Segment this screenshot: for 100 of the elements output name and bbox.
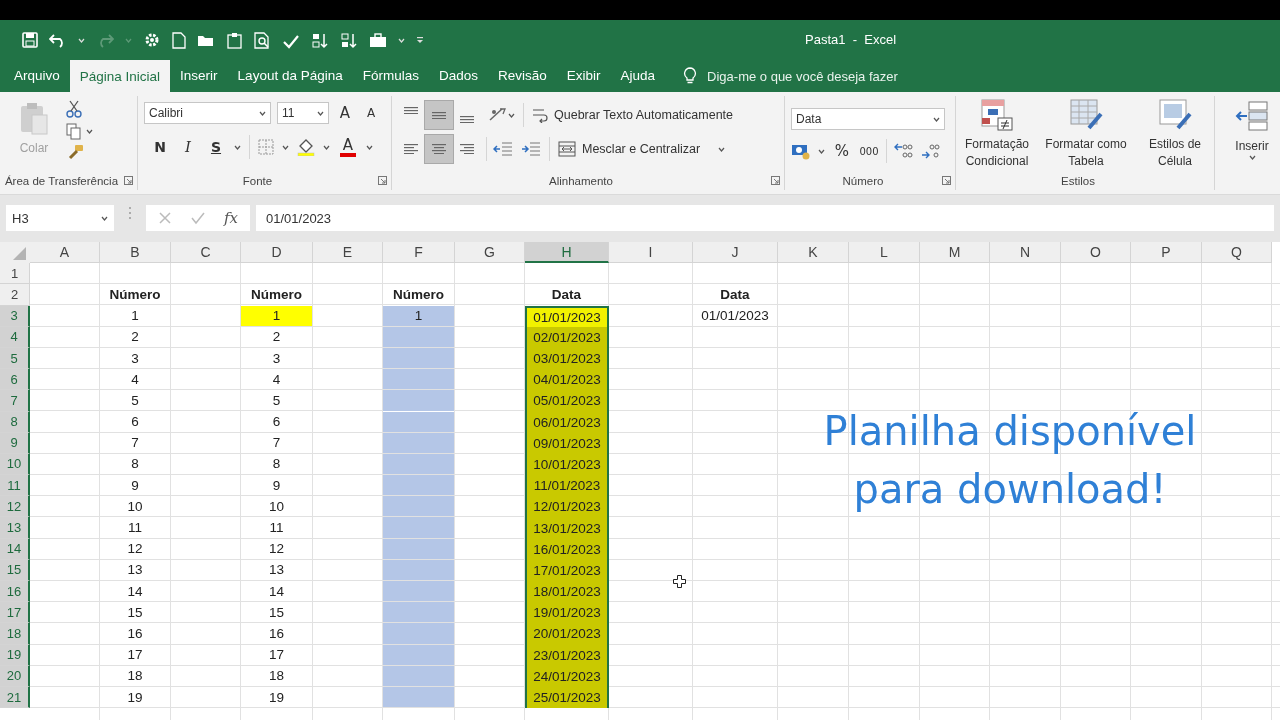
ribbon-tab[interactable]: Exibir bbox=[556, 60, 611, 92]
row-header[interactable]: 8 bbox=[0, 411, 30, 433]
row-header[interactable]: 11 bbox=[0, 475, 30, 497]
fill-bucket-icon[interactable] bbox=[297, 138, 315, 156]
table-cell[interactable]: 14 bbox=[241, 581, 312, 602]
caret-icon[interactable] bbox=[366, 144, 373, 150]
caret-icon[interactable] bbox=[86, 128, 93, 134]
style-button[interactable]: Formatar como Tabela bbox=[1040, 98, 1132, 172]
caret-icon[interactable] bbox=[718, 146, 726, 152]
filled-cell[interactable] bbox=[383, 623, 454, 644]
row-header[interactable]: 15 bbox=[0, 559, 30, 581]
filled-cell[interactable] bbox=[383, 475, 454, 496]
row-header[interactable]: 20 bbox=[0, 665, 30, 687]
table-cell[interactable]: 1 bbox=[383, 305, 454, 326]
sort-icon[interactable] bbox=[340, 31, 358, 49]
filled-cell[interactable] bbox=[383, 411, 454, 432]
row-header[interactable]: 21 bbox=[0, 686, 30, 709]
filled-cell[interactable] bbox=[383, 390, 454, 411]
row-header[interactable]: 7 bbox=[0, 390, 30, 412]
table-cell[interactable]: 11 bbox=[241, 517, 312, 538]
table-cell[interactable]: 10 bbox=[241, 496, 312, 517]
table-cell[interactable]: 06/01/2023 bbox=[525, 411, 609, 433]
sort-icon[interactable] bbox=[311, 31, 329, 49]
row-header[interactable]: 19 bbox=[0, 644, 30, 666]
table-cell[interactable]: 12 bbox=[241, 538, 312, 559]
clipboard-icon[interactable] bbox=[226, 31, 243, 49]
table-cell[interactable]: 16 bbox=[100, 623, 170, 644]
filled-cell[interactable] bbox=[383, 559, 454, 580]
filled-cell[interactable] bbox=[383, 538, 454, 559]
ribbon-tab[interactable]: Layout da Página bbox=[227, 60, 353, 92]
table-cell[interactable]: 03/01/2023 bbox=[525, 347, 609, 370]
table-cell[interactable]: 17/01/2023 bbox=[525, 559, 609, 581]
table-cell[interactable]: 11 bbox=[100, 517, 170, 538]
currency-icon[interactable] bbox=[791, 142, 811, 160]
table-cell[interactable]: 18 bbox=[100, 665, 170, 686]
row-header[interactable]: 12 bbox=[0, 496, 30, 518]
font-name-field[interactable]: Calibri bbox=[144, 102, 271, 124]
caret-icon[interactable] bbox=[818, 148, 825, 154]
row-header[interactable]: 10 bbox=[0, 453, 30, 476]
table-cell[interactable]: 3 bbox=[241, 347, 312, 369]
font-size-field[interactable]: 11 bbox=[277, 102, 329, 124]
table-cell[interactable]: 4 bbox=[100, 369, 170, 390]
row-header[interactable]: 18 bbox=[0, 623, 30, 645]
row-header[interactable]: 5 bbox=[0, 347, 30, 370]
table-cell[interactable]: 02/01/2023 bbox=[525, 326, 609, 348]
filled-cell[interactable] bbox=[383, 496, 454, 517]
filled-cell[interactable] bbox=[383, 326, 454, 347]
scissors-icon[interactable] bbox=[66, 100, 82, 118]
merge-center-button[interactable]: Mesclar e Centralizar bbox=[558, 136, 726, 162]
table-cell[interactable]: 8 bbox=[100, 453, 170, 475]
table-cell[interactable]: 19/01/2023 bbox=[525, 602, 609, 624]
insert-button[interactable]: Inserir bbox=[1227, 100, 1277, 172]
column-header[interactable]: B bbox=[100, 242, 171, 263]
align-button[interactable] bbox=[424, 134, 454, 164]
print-preview-icon[interactable] bbox=[254, 31, 271, 49]
table-cell[interactable]: 04/01/2023 bbox=[525, 369, 609, 391]
filled-cell[interactable] bbox=[383, 602, 454, 623]
row-header[interactable]: 2 bbox=[0, 284, 30, 306]
table-cell[interactable]: 19 bbox=[100, 686, 170, 708]
table-cell[interactable]: 05/01/2023 bbox=[525, 390, 609, 412]
filled-cell[interactable] bbox=[383, 686, 454, 708]
row-header[interactable]: 4 bbox=[0, 326, 30, 348]
filled-cell[interactable] bbox=[383, 369, 454, 390]
table-cell[interactable]: 23/01/2023 bbox=[525, 644, 609, 666]
row-header[interactable]: 14 bbox=[0, 538, 30, 560]
increase-decimal-icon[interactable] bbox=[894, 142, 914, 160]
table-cell[interactable]: 1 bbox=[241, 305, 312, 326]
column-header[interactable]: G bbox=[455, 242, 525, 263]
column-header[interactable]: O bbox=[1061, 242, 1131, 263]
table-cell[interactable]: 24/01/2023 bbox=[525, 665, 609, 687]
column-header[interactable]: F bbox=[383, 242, 455, 263]
align-button[interactable] bbox=[424, 100, 454, 130]
column-header[interactable]: M bbox=[920, 242, 990, 263]
filled-cell[interactable] bbox=[383, 665, 454, 686]
filled-cell[interactable] bbox=[383, 581, 454, 602]
filled-cell[interactable] bbox=[383, 644, 454, 665]
checkmark-icon[interactable] bbox=[190, 211, 206, 225]
table-cell[interactable]: 15 bbox=[241, 602, 312, 623]
style-button[interactable]: Formatação Condicional bbox=[958, 98, 1036, 172]
table-cell[interactable]: 16/01/2023 bbox=[525, 538, 609, 560]
table-cell[interactable]: 2 bbox=[241, 326, 312, 347]
table-cell[interactable]: 9 bbox=[241, 475, 312, 496]
ribbon-tab[interactable]: Inserir bbox=[170, 60, 228, 92]
toolbox-icon[interactable] bbox=[369, 32, 387, 48]
filled-cell[interactable] bbox=[383, 517, 454, 538]
table-cell[interactable]: 2 bbox=[100, 326, 170, 347]
table-cell[interactable]: 12/01/2023 bbox=[525, 496, 609, 518]
table-cell[interactable]: 3 bbox=[100, 347, 170, 369]
underline-button[interactable]: S bbox=[206, 135, 226, 159]
table-cell[interactable]: 15 bbox=[100, 602, 170, 623]
tell-me-field[interactable]: Diga-me o que você deseja fazer bbox=[707, 68, 898, 84]
wrap-text-button[interactable]: Quebrar Texto Automaticamente bbox=[532, 102, 734, 128]
dialog-launcher-icon[interactable] bbox=[124, 176, 133, 185]
table-cell[interactable]: 12 bbox=[100, 538, 170, 559]
caret-icon[interactable] bbox=[933, 116, 940, 122]
column-header[interactable]: K bbox=[778, 242, 849, 263]
table-cell[interactable]: 5 bbox=[100, 390, 170, 411]
ribbon-tab[interactable]: Dados bbox=[428, 60, 488, 92]
column-header[interactable]: N bbox=[990, 242, 1061, 263]
formula-field[interactable]: 01/01/2023 bbox=[256, 205, 1274, 231]
